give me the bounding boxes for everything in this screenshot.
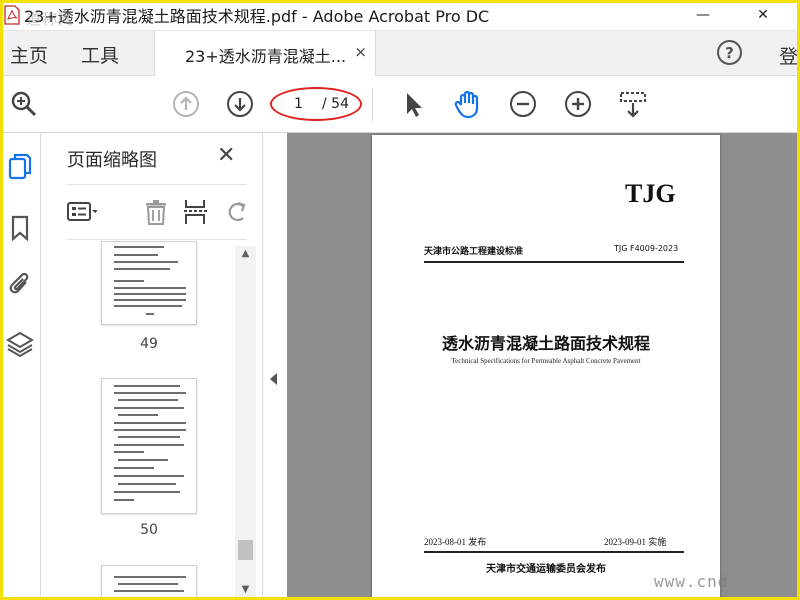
document-subtitle: Technical Specifications for Permeable A… bbox=[451, 357, 641, 365]
help-button[interactable]: ? bbox=[717, 40, 742, 65]
panel-title: 页面缩略图 bbox=[67, 150, 157, 171]
header-rule bbox=[424, 261, 684, 263]
acrobat-pdf-icon bbox=[4, 5, 20, 25]
scrollbar-thumb[interactable] bbox=[238, 540, 253, 560]
insert-page-icon[interactable] bbox=[181, 197, 211, 227]
zoom-search-icon[interactable] bbox=[9, 89, 39, 119]
login-link[interactable]: 登 bbox=[779, 42, 798, 69]
document-view[interactable]: TJG 天津市公路工程建设标准 TJG F4009-2023 透水沥青混凝土路面… bbox=[287, 133, 800, 600]
thumbnail-list: 49 50 bbox=[67, 241, 237, 600]
document-title: 透水沥青混凝土路面技术规程 bbox=[441, 334, 650, 353]
delete-page-icon[interactable] bbox=[141, 197, 171, 227]
watermark-top-left: 道称网 bbox=[26, 10, 75, 28]
effective-date: 2023-09-01 实施 bbox=[604, 537, 667, 547]
standard-code: TJG F4009-2023 bbox=[614, 244, 679, 253]
select-arrow-icon[interactable] bbox=[398, 89, 428, 119]
panel-collapse-strip[interactable] bbox=[263, 133, 287, 600]
nav-tools[interactable]: 工具 bbox=[81, 41, 119, 68]
collapse-panel-icon[interactable] bbox=[270, 373, 277, 385]
standard-category: 天津市公路工程建设标准 bbox=[424, 247, 524, 257]
document-tab-label: 23+透水沥青混凝土... bbox=[185, 47, 347, 66]
pdf-page: TJG 天津市公路工程建设标准 TJG F4009-2023 透水沥青混凝土路面… bbox=[372, 135, 720, 600]
layers-icon[interactable] bbox=[5, 329, 35, 359]
close-tab-button[interactable]: × bbox=[354, 43, 367, 61]
minimize-button[interactable]: — bbox=[680, 0, 726, 30]
window-title: 23+透水沥青混凝土路面技术规程.pdf - Adobe Acrobat Pro… bbox=[24, 7, 490, 26]
left-rail bbox=[0, 133, 41, 600]
thumbnail-scrollbar[interactable]: ▲ ▼ bbox=[235, 246, 256, 600]
zoom-out-icon[interactable] bbox=[508, 89, 538, 119]
page-down-icon[interactable] bbox=[225, 89, 255, 119]
panel-toolbar bbox=[67, 184, 247, 240]
title-bar: 23+透水沥青混凝土路面技术规程.pdf - Adobe Acrobat Pro… bbox=[0, 0, 800, 31]
thumbnails-panel: 页面缩略图 ✕ 49 50 ▲ ▼ bbox=[41, 133, 263, 600]
nav-home[interactable]: 主页 bbox=[10, 41, 48, 68]
thumbnail-options-icon[interactable] bbox=[67, 197, 97, 227]
bookmark-icon[interactable] bbox=[5, 213, 35, 243]
document-code-mark: TJG bbox=[625, 179, 676, 208]
active-tool-indicator bbox=[0, 149, 3, 183]
issue-date: 2023-08-01 发布 bbox=[424, 537, 487, 547]
document-tab[interactable]: 23+透水沥青混凝土... × bbox=[154, 31, 376, 76]
zoom-in-icon[interactable] bbox=[563, 89, 593, 119]
attachment-icon[interactable] bbox=[5, 269, 35, 299]
toolbar: 1 / 54 bbox=[0, 76, 800, 133]
close-window-button[interactable]: ✕ bbox=[740, 0, 786, 30]
page-up-icon[interactable] bbox=[171, 89, 201, 119]
toolbar-divider bbox=[372, 88, 373, 121]
thumbnail-page-50[interactable] bbox=[101, 378, 197, 514]
thumbnail-label: 50 bbox=[140, 522, 158, 538]
thumbnail-page-49[interactable] bbox=[101, 241, 197, 325]
hand-pan-icon[interactable] bbox=[453, 89, 483, 119]
scroll-down-arrow[interactable]: ▼ bbox=[235, 584, 256, 595]
thumbnail-page-51[interactable] bbox=[101, 565, 197, 600]
watermark-bottom-right: www.cnd bbox=[654, 572, 729, 591]
close-panel-button[interactable]: ✕ bbox=[217, 143, 235, 168]
red-highlight-annotation bbox=[270, 87, 362, 121]
tab-bar: 主页 工具 23+透水沥青混凝土... × ? 登 bbox=[0, 31, 800, 76]
scroll-up-arrow[interactable]: ▲ bbox=[235, 248, 256, 259]
rotate-page-icon[interactable] bbox=[221, 197, 251, 227]
thumbnail-label: 49 bbox=[140, 336, 158, 352]
page-thumbnails-icon[interactable] bbox=[5, 151, 35, 181]
marquee-zoom-icon[interactable] bbox=[618, 89, 648, 119]
footer-rule bbox=[424, 551, 684, 553]
